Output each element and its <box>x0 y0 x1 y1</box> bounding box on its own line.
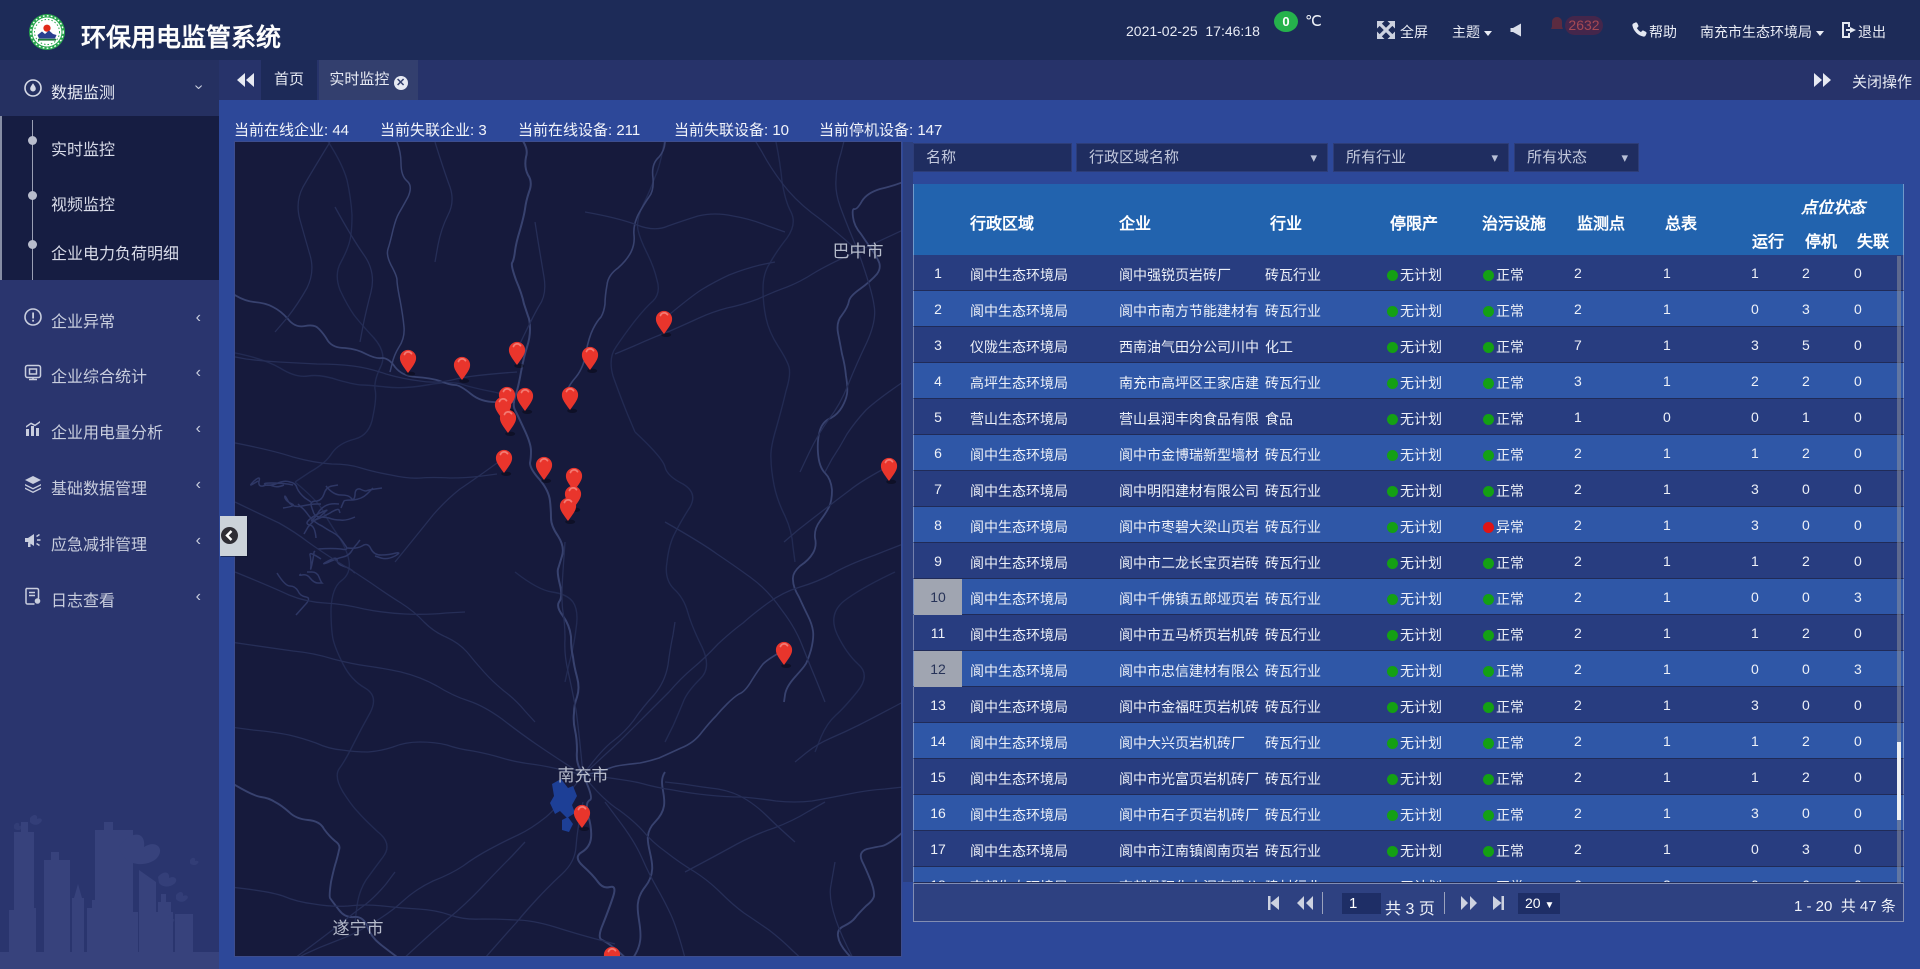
svg-text:遂宁市: 遂宁市 <box>333 919 384 938</box>
svg-text:巴中市: 巴中市 <box>833 242 884 261</box>
svg-text:南充市: 南充市 <box>558 766 609 785</box>
